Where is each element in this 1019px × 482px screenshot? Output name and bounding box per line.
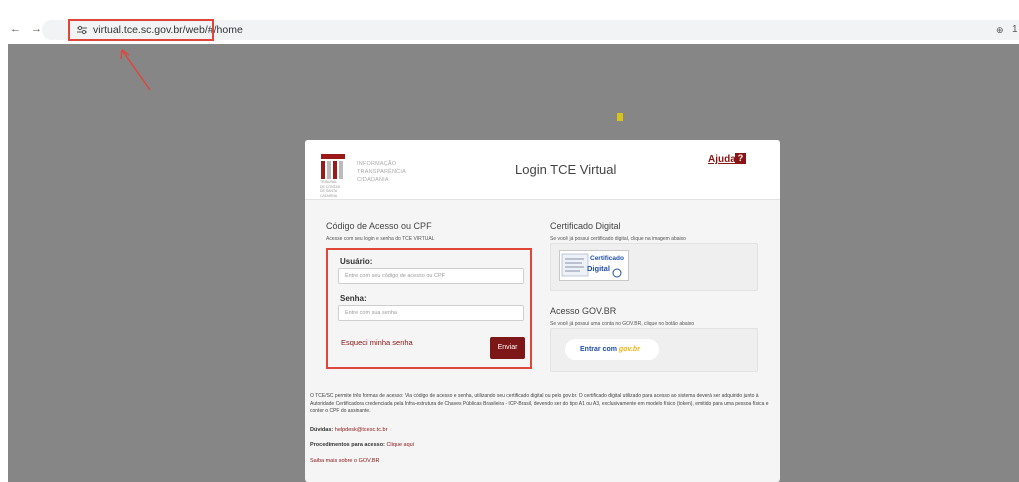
submit-button[interactable]: Enviar: [490, 337, 525, 359]
extension-count: 1: [1012, 24, 1018, 35]
govbr-panel: Entrar com gov.br: [550, 328, 758, 372]
url-annotation-box: [68, 19, 214, 41]
doubts-label: Dúvidas:: [310, 427, 334, 433]
logo-line-1: INFORMAÇÃO: [357, 161, 397, 167]
helpdesk-email-link[interactable]: helpdesk@tcesc.tc.br: [335, 427, 388, 433]
cursor-marker: [617, 113, 623, 121]
procedures-link[interactable]: Clique aqui: [386, 442, 414, 448]
user-label: Usuário:: [340, 257, 373, 266]
govbr-info-link[interactable]: Saiba mais sobre o GOV.BR: [310, 458, 380, 464]
certificate-text-2: Digital: [587, 264, 610, 273]
help-link[interactable]: Ajuda: [708, 154, 736, 165]
certificate-text-1: Certificado: [590, 255, 624, 262]
certificate-panel: Certificado Digital: [550, 243, 758, 291]
login-section-subtitle: Acesse com seu login e senha do TCE VIRT…: [326, 236, 435, 242]
access-description: O TCE/SC permite três formas de acesso: …: [310, 393, 769, 414]
govbr-login-button[interactable]: Entrar com gov.br: [565, 339, 659, 360]
password-label: Senha:: [340, 294, 367, 303]
govbr-button-prefix: Entrar com: [580, 346, 617, 353]
tce-logo: INFORMAÇÃO TRANSPARÊNCIA CIDADANIA TRIBU…: [319, 154, 409, 198]
browser-toolbar: ← → C virtual.tce.sc.gov.br/web/#/home ⊕…: [0, 0, 1019, 44]
screen: ← → C virtual.tce.sc.gov.br/web/#/home ⊕…: [0, 0, 1019, 482]
logo-line-3: CIDADANIA: [357, 177, 389, 183]
back-icon[interactable]: ←: [10, 23, 21, 35]
password-key-icon[interactable]: ⊕: [996, 25, 1004, 35]
login-section-title: Código de Acesso ou CPF: [326, 221, 432, 231]
help-icon[interactable]: ?: [735, 153, 746, 164]
forward-icon[interactable]: →: [31, 23, 42, 35]
logo-side-text: TRIBUNAL DE CONTAS DE SANTA CATARINA: [320, 180, 340, 198]
certificate-button[interactable]: Certificado Digital: [559, 250, 629, 281]
page-title: Login TCE Virtual: [515, 162, 617, 177]
card-header: INFORMAÇÃO TRANSPARÊNCIA CIDADANIA TRIBU…: [305, 140, 780, 200]
forgot-password-link[interactable]: Esqueci minha senha: [341, 338, 413, 347]
certificate-section-title: Certificado Digital: [550, 221, 621, 231]
govbr-brand-text: gov.br: [618, 346, 640, 353]
logo-line-2: TRANSPARÊNCIA: [357, 169, 406, 175]
logo-side-1: TRIBUNAL: [320, 180, 338, 184]
govbr-section-subtitle: Se você já possui uma conta no GOV.BR, c…: [550, 321, 695, 327]
certificate-section-subtitle: Se você já possui certificado digital, c…: [550, 236, 686, 242]
password-input[interactable]: Entre com sua senha: [338, 305, 524, 321]
govbr-section-title: Acesso GOV.BR: [550, 306, 617, 316]
logo-text: INFORMAÇÃO TRANSPARÊNCIA CIDADANIA: [357, 160, 406, 184]
login-card: INFORMAÇÃO TRANSPARÊNCIA CIDADANIA TRIBU…: [305, 140, 780, 482]
procedures-line: Procedimentos para acesso: Clique aqui: [310, 442, 414, 448]
procedures-label: Procedimentos para acesso:: [310, 442, 385, 448]
logo-side-4: CATARINA: [320, 193, 338, 198]
logo-side-3: DE SANTA: [320, 189, 338, 193]
doubts-line: Dúvidas: helpdesk@tcesc.tc.br: [310, 427, 387, 433]
login-form: Usuário: Entre com seu código de acesso …: [326, 248, 532, 369]
user-input[interactable]: Entre com seu código de acesso ou CPF: [338, 268, 524, 284]
